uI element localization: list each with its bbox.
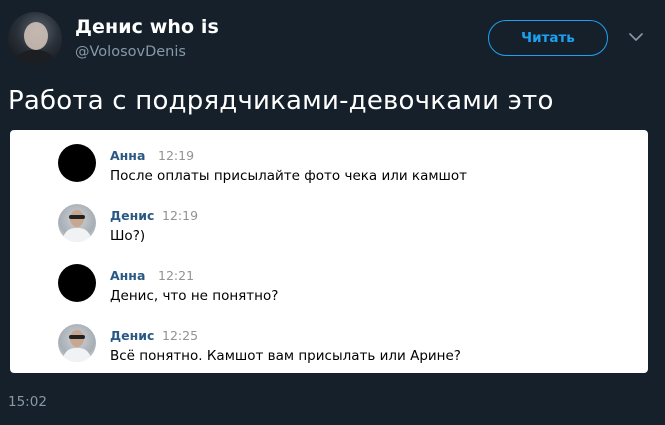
- author-handle[interactable]: @VolosovDenis: [75, 44, 186, 60]
- message-text: Всё понятно. Камшот вам присылать или Ар…: [110, 348, 461, 364]
- tweet-text: Работа с подрядчиками-девочками это: [8, 86, 554, 116]
- message-sender: Денис: [110, 328, 155, 343]
- sunglasses-icon: [69, 335, 85, 339]
- message-sender: Денис: [110, 208, 155, 223]
- message-text: Денис, что не понятно?: [110, 288, 279, 304]
- avatar: [58, 264, 96, 302]
- chevron-down-icon[interactable]: [628, 30, 644, 44]
- avatar-shoulders: [12, 50, 58, 66]
- follow-button[interactable]: Читать: [488, 20, 608, 56]
- chat-screenshot-card[interactable]: Анна 12:19 После оплаты присылайте фото …: [10, 130, 648, 373]
- avatar: [58, 144, 96, 182]
- message-sender: Анна: [110, 268, 146, 283]
- avatar: [58, 324, 96, 362]
- message-time: 12:21: [158, 268, 195, 283]
- tweet-timestamp[interactable]: 15:02: [8, 394, 47, 410]
- message-text: Шо?): [110, 228, 146, 244]
- sunglasses-icon: [69, 215, 85, 219]
- author-name[interactable]: Денис who is: [75, 16, 219, 38]
- message-sender: Анна: [110, 148, 146, 163]
- tweet: Денис who is @VolosovDenis Читать Работа…: [0, 0, 665, 425]
- avatar-shoulders: [63, 228, 91, 242]
- message-time: 12:19: [162, 208, 199, 223]
- avatar-shoulders: [63, 348, 91, 362]
- avatar-face: [24, 22, 48, 50]
- avatar: [58, 204, 96, 242]
- message-time: 12:19: [158, 148, 195, 163]
- message-text: После оплаты присылайте фото чека или ка…: [110, 168, 468, 184]
- message-time: 12:25: [162, 328, 199, 343]
- author-avatar[interactable]: [8, 12, 62, 66]
